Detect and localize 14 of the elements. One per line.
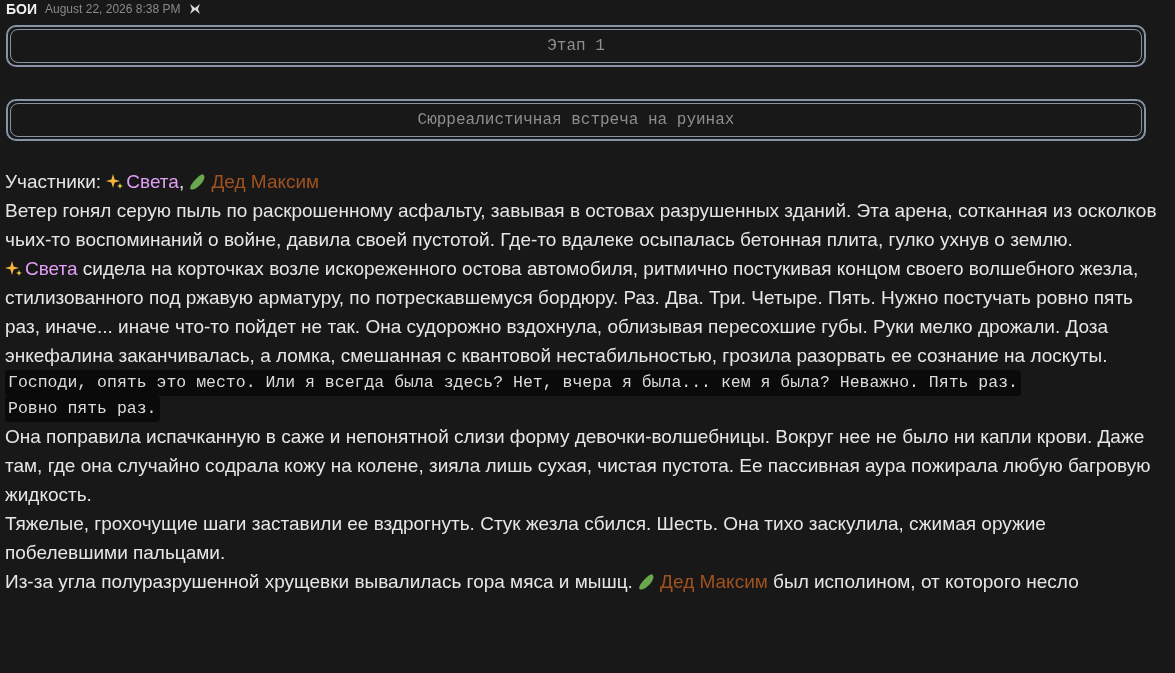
mention-link[interactable]: Света — [126, 171, 179, 192]
sparkle-icon — [106, 173, 125, 191]
author-name[interactable]: БОИ — [6, 0, 37, 20]
heading-text: Этап 1 — [547, 36, 605, 57]
story-paragraph: Участники: Света, Дед Максим — [5, 170, 321, 194]
mention-link[interactable]: Света — [25, 258, 78, 279]
story-paragraph: Она поправила испачканную в саже и непонятной слизи форму девочки-волшебницы. Вокруг нее не было ни капли крови. Даже там, где она случайно содрала кожу на колене, зияла лишь сухая, чистая пустота. Ее пассивная аура пожирала любую багровую жидкость. — [5, 425, 1152, 507]
sparkle-icon — [5, 260, 23, 278]
story-paragraph: Тяжелые, грохочущие шаги заставили ее вздрогнуть. Стук жезла сбился. Шесть. Она тихо заскулила, сжимая оружие побелевшими пальцами. — [5, 512, 1047, 565]
heading-text: Сюрреалистичная встреча на руинах — [417, 110, 735, 131]
story-paragraph: Из-за угла полуразрушенной хрущевки вывалилась гора мяса и мышц. Дед Максим был исполином, от которого несло — [5, 570, 1080, 594]
story-paragraph: Ветер гонял серую пыль по раскрошенному асфальту, завывая в остовах разрушенных зданий. Эта арена, сотканная из осколков чьих-то воспоминаний о войне, давила своей пустотой. Где-то вдалеке осыпалась бетонная плита, гулко ухнув о землю. — [5, 199, 1158, 252]
timestamp: August 22, 2026 8:38 PM — [45, 1, 181, 18]
story-paragraph: Света сидела на корточках возле искореженного остова автомобиля, ритмично постукивая концом своего волшебного жезла, стилизованного под ржавую арматуру, по потрескавшемуся бордюру. Раз. Два. Три. Четыре. Пять. Нужно постучать ровно пять раз, иначе... иначе что-то пойдет не так. Она судорожно вздохнула, облизывая пересохшие губы. Руки мелко дрожали. Доза энкефалина заканчивалась, а ломка, смешанная с квантовой нестабильностью, грозила разорвать ее сознание на лоскуты. — [5, 257, 1140, 368]
